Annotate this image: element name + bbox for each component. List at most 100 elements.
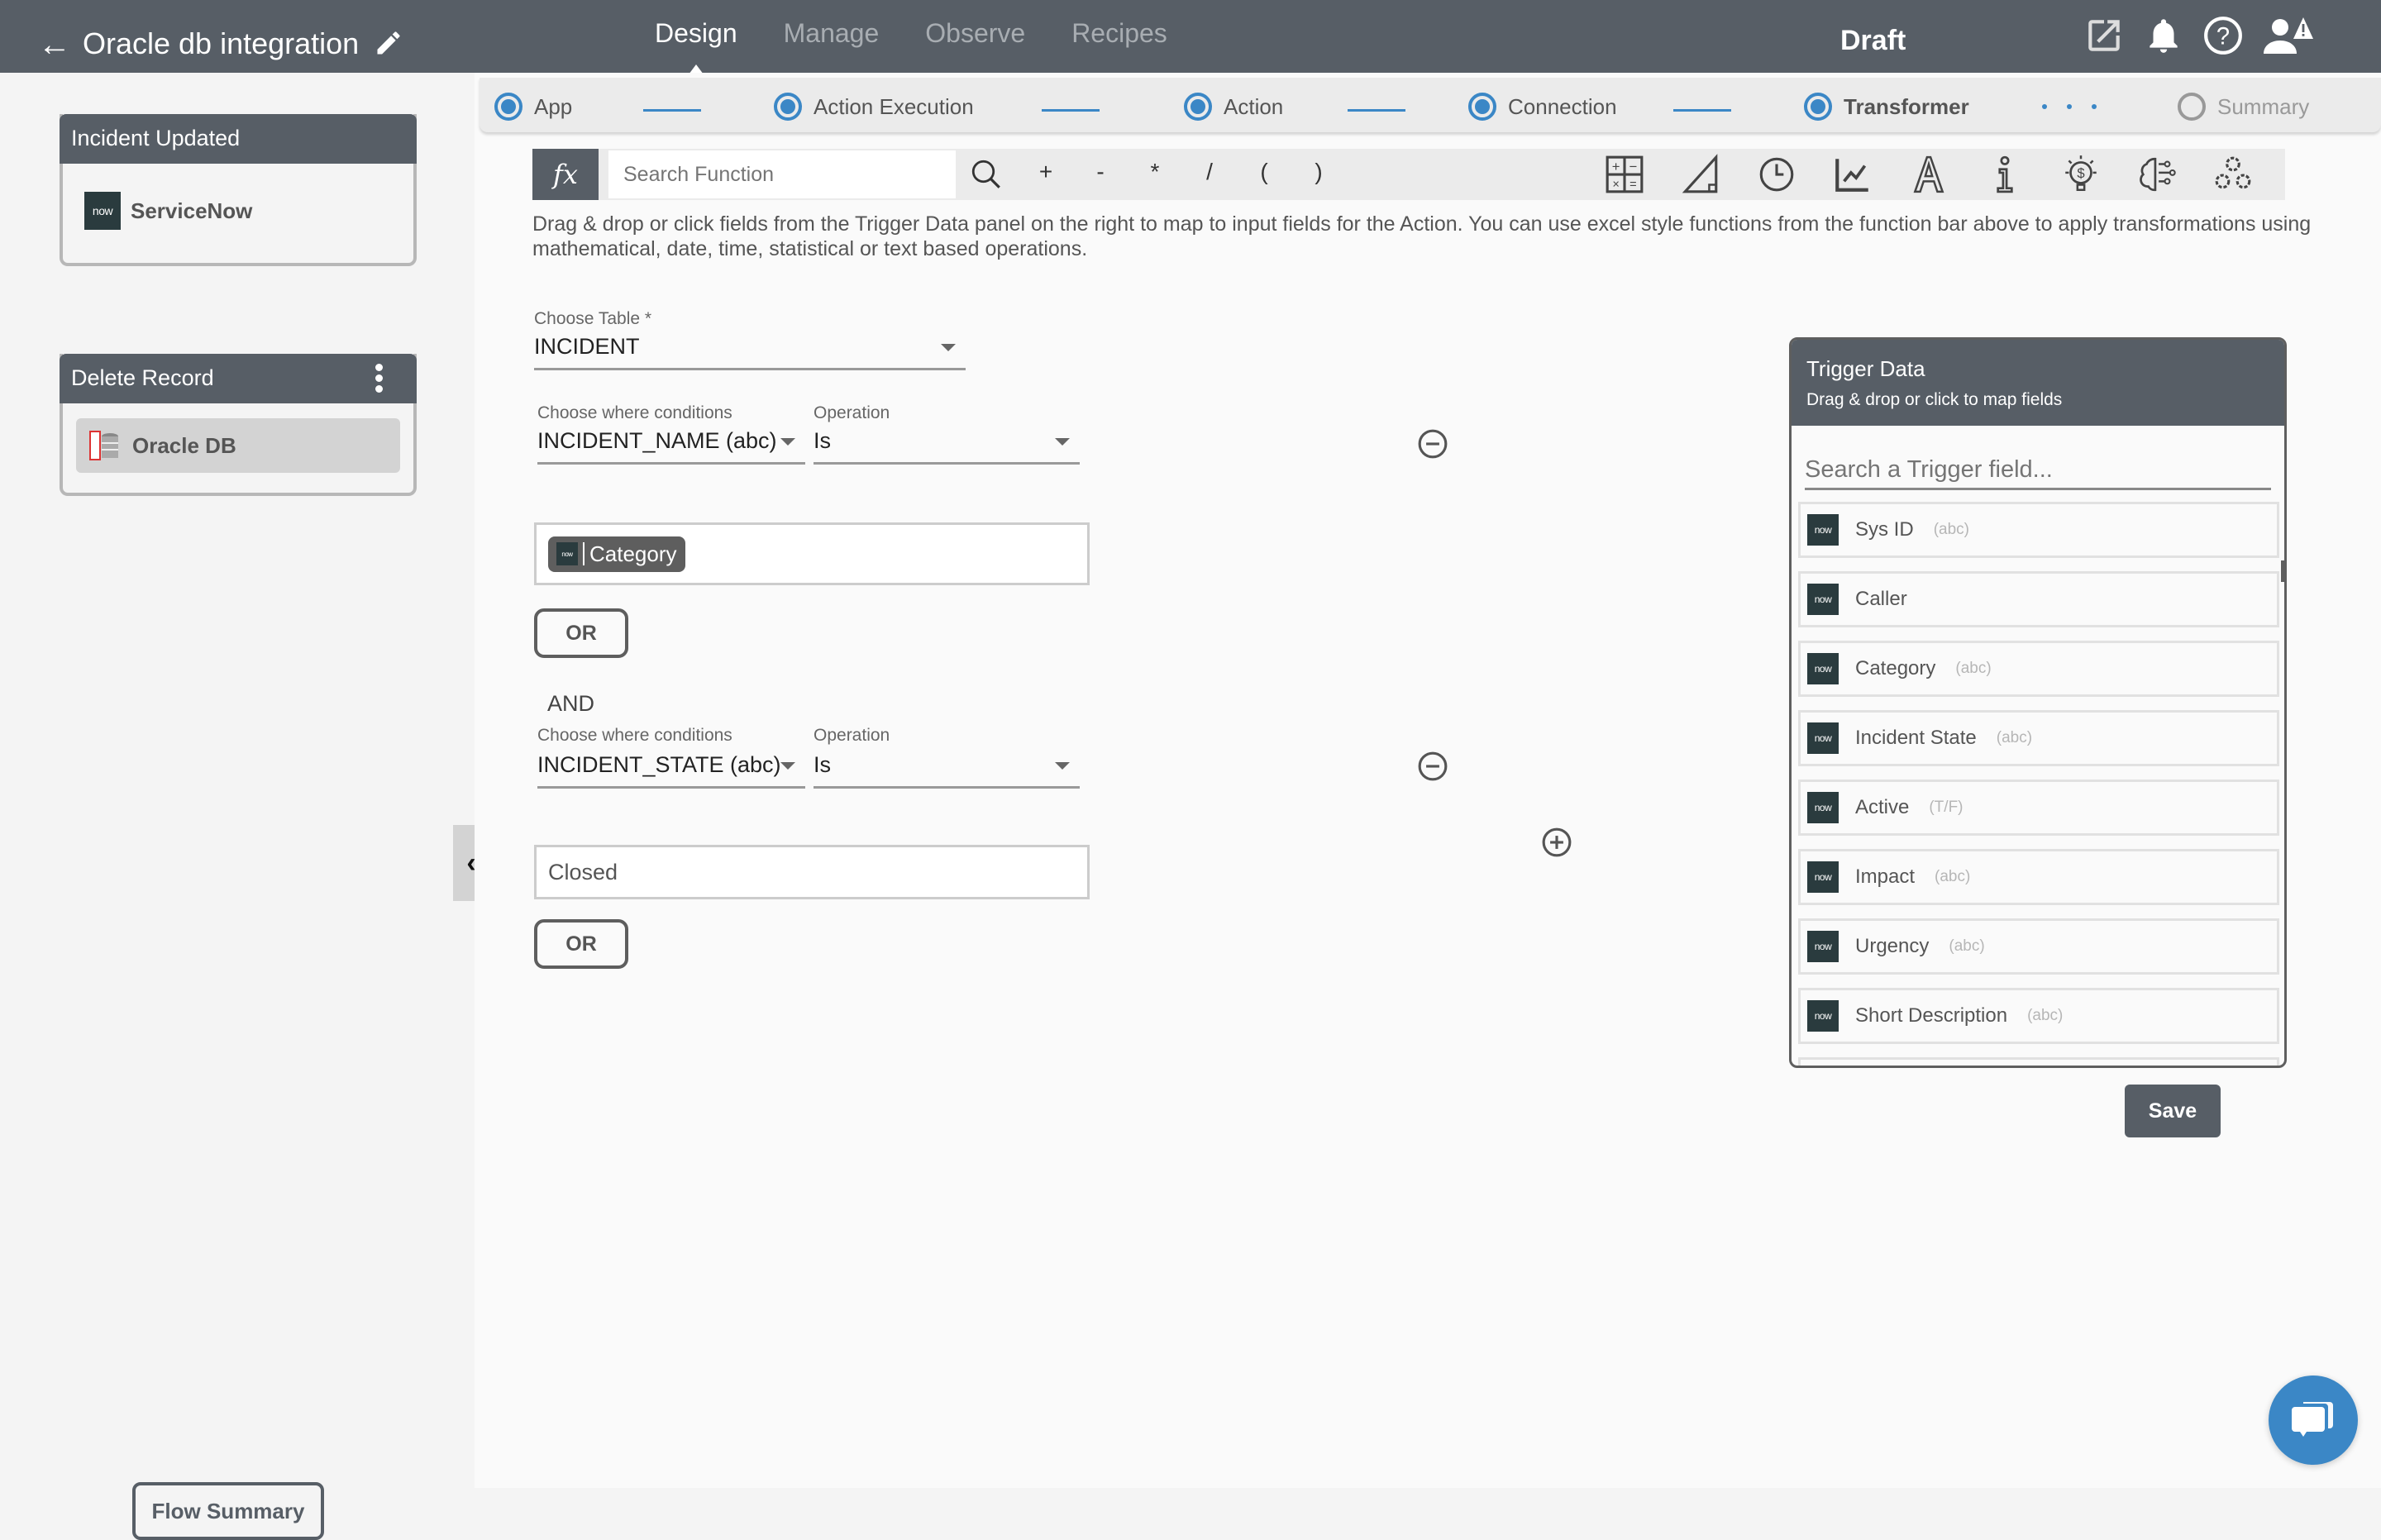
step-connector <box>1673 109 1731 112</box>
info-icon[interactable] <box>1984 154 2026 195</box>
operation-select[interactable]: Is <box>814 423 1080 465</box>
trigger-panel-scrollbar[interactable] <box>2281 560 2284 582</box>
step-connector <box>1348 109 1405 112</box>
search-icon[interactable] <box>969 157 1004 192</box>
advanced-gears-icon[interactable] <box>2212 154 2254 195</box>
caret-down-icon <box>780 762 795 770</box>
status-badge: Draft <box>1840 25 1906 56</box>
trigger-field-item[interactable]: now Active (T/F) <box>1798 780 2279 836</box>
finance-icon[interactable]: $ <box>2060 154 2102 195</box>
trigonometry-icon[interactable] <box>1680 154 1721 195</box>
open-paren-operator[interactable]: ( <box>1257 159 1272 185</box>
bell-icon[interactable] <box>2143 15 2184 56</box>
save-button[interactable]: Save <box>2125 1085 2221 1137</box>
step-transformer[interactable]: Transformer <box>1804 93 1969 121</box>
fx-icon[interactable]: fx <box>532 149 599 200</box>
chip-divider <box>583 542 585 565</box>
back-arrow-icon[interactable]: ← <box>38 28 71 61</box>
step-action[interactable]: Action <box>1184 93 1283 121</box>
action-card[interactable]: Delete Record Oracle DB <box>60 354 417 496</box>
trigger-field-item-partial[interactable]: now <box>1798 1057 2279 1066</box>
external-link-icon[interactable] <box>2083 15 2125 56</box>
step-connector <box>643 109 701 112</box>
step-done-icon <box>494 93 522 121</box>
field-name: Impact <box>1855 865 1916 888</box>
step-summary[interactable]: Summary <box>2178 93 2309 121</box>
servicenow-logo-icon: now <box>1807 1000 1839 1032</box>
text-icon[interactable] <box>1908 154 1949 195</box>
step-label: Action <box>1224 93 1284 119</box>
action-app-name: Oracle DB <box>132 432 236 458</box>
field-name: Short Description <box>1855 1004 2008 1027</box>
trigger-field-item[interactable]: now Caller <box>1798 571 2279 627</box>
choose-table-select[interactable]: INCIDENT <box>534 329 966 370</box>
servicenow-logo-icon: now <box>1807 653 1839 684</box>
trigger-card-title: Incident Updated <box>60 114 417 164</box>
trigger-card[interactable]: Incident Updated now ServiceNow <box>60 114 417 266</box>
where-condition-select[interactable]: INCIDENT_NAME (abc) <box>537 423 805 465</box>
and-connector-label: AND <box>547 691 595 716</box>
operation-select[interactable]: Is <box>814 747 1080 789</box>
trigger-field-item[interactable]: now Impact (abc) <box>1798 849 2279 905</box>
chat-support-button[interactable] <box>2269 1376 2358 1465</box>
action-card-header: Delete Record <box>60 354 417 403</box>
remove-condition-icon[interactable] <box>1417 751 1448 782</box>
svg-text:×: × <box>1612 179 1620 192</box>
field-name: Active <box>1855 796 1910 818</box>
clock-icon[interactable] <box>1756 154 1797 195</box>
field-type: (T/F) <box>1929 799 1963 816</box>
action-app-row[interactable]: Oracle DB <box>76 418 400 473</box>
mapped-field-chip[interactable]: now Category <box>548 536 685 572</box>
divide-operator[interactable]: / <box>1202 159 1217 185</box>
close-paren-operator[interactable]: ) <box>1311 159 1326 185</box>
remove-condition-icon[interactable] <box>1417 428 1448 460</box>
where-condition-value: INCIDENT_STATE (abc) <box>537 752 781 777</box>
function-search-input[interactable] <box>608 150 956 198</box>
field-type: (abc) <box>1935 868 1971 885</box>
tab-observe[interactable]: Observe <box>925 18 1025 49</box>
function-categories: + − × = $ <box>1604 154 2254 195</box>
step-current-icon <box>1804 93 1832 121</box>
more-options-icon[interactable] <box>375 364 384 393</box>
math-icon[interactable]: + −× = <box>1604 154 1645 195</box>
trigger-field-item[interactable]: now Short Description (abc) <box>1798 988 2279 1044</box>
flow-sidebar: Incident Updated now ServiceNow Delete R… <box>0 73 475 1540</box>
pencil-icon[interactable] <box>374 28 403 58</box>
field-name: Incident State <box>1855 727 1977 749</box>
servicenow-logo-icon: now <box>1807 584 1839 615</box>
step-done-icon <box>1468 93 1496 121</box>
flow-summary-button[interactable]: Flow Summary <box>132 1482 324 1540</box>
svg-text:=: = <box>1629 179 1637 192</box>
plus-operator[interactable]: + <box>1038 159 1053 185</box>
header-actions: ? <box>2083 15 2315 56</box>
trigger-field-item[interactable]: now Category (abc) <box>1798 641 2279 697</box>
ai-brain-icon[interactable] <box>2136 154 2178 195</box>
trigger-field-item[interactable]: now Incident State (abc) <box>1798 710 2279 766</box>
trigger-field-item[interactable]: now Urgency (abc) <box>1798 918 2279 975</box>
caret-down-icon <box>1055 438 1070 446</box>
step-label: Connection <box>1508 93 1617 119</box>
trigger-field-item[interactable]: now Sys ID (abc) <box>1798 502 2279 558</box>
tab-design[interactable]: Design <box>655 18 737 74</box>
tab-manage[interactable]: Manage <box>784 18 880 49</box>
top-bar: ← Oracle db integration Design Manage Ob… <box>0 0 2381 74</box>
or-button[interactable]: OR <box>534 608 628 658</box>
add-condition-icon[interactable] <box>1541 827 1572 858</box>
condition-value-field[interactable]: Closed <box>534 845 1090 899</box>
trigger-field-search-input[interactable] <box>1805 452 2271 490</box>
user-alert-icon[interactable] <box>2262 15 2315 56</box>
step-label: Transformer <box>1844 93 1969 119</box>
or-button[interactable]: OR <box>534 919 628 969</box>
servicenow-logo-icon: now <box>84 192 121 230</box>
statistics-icon[interactable] <box>1832 154 1873 195</box>
step-action-execution[interactable]: Action Execution <box>774 93 974 121</box>
svg-text:?: ? <box>2216 23 2230 50</box>
step-connection[interactable]: Connection <box>1468 93 1617 121</box>
help-icon[interactable]: ? <box>2202 15 2244 56</box>
where-condition-select[interactable]: INCIDENT_STATE (abc) <box>537 747 805 789</box>
step-app[interactable]: App <box>494 93 572 121</box>
multiply-operator[interactable]: * <box>1148 159 1162 185</box>
condition-value-field[interactable]: now Category <box>534 522 1090 585</box>
minus-operator[interactable]: - <box>1093 159 1108 185</box>
tab-recipes[interactable]: Recipes <box>1071 18 1167 49</box>
